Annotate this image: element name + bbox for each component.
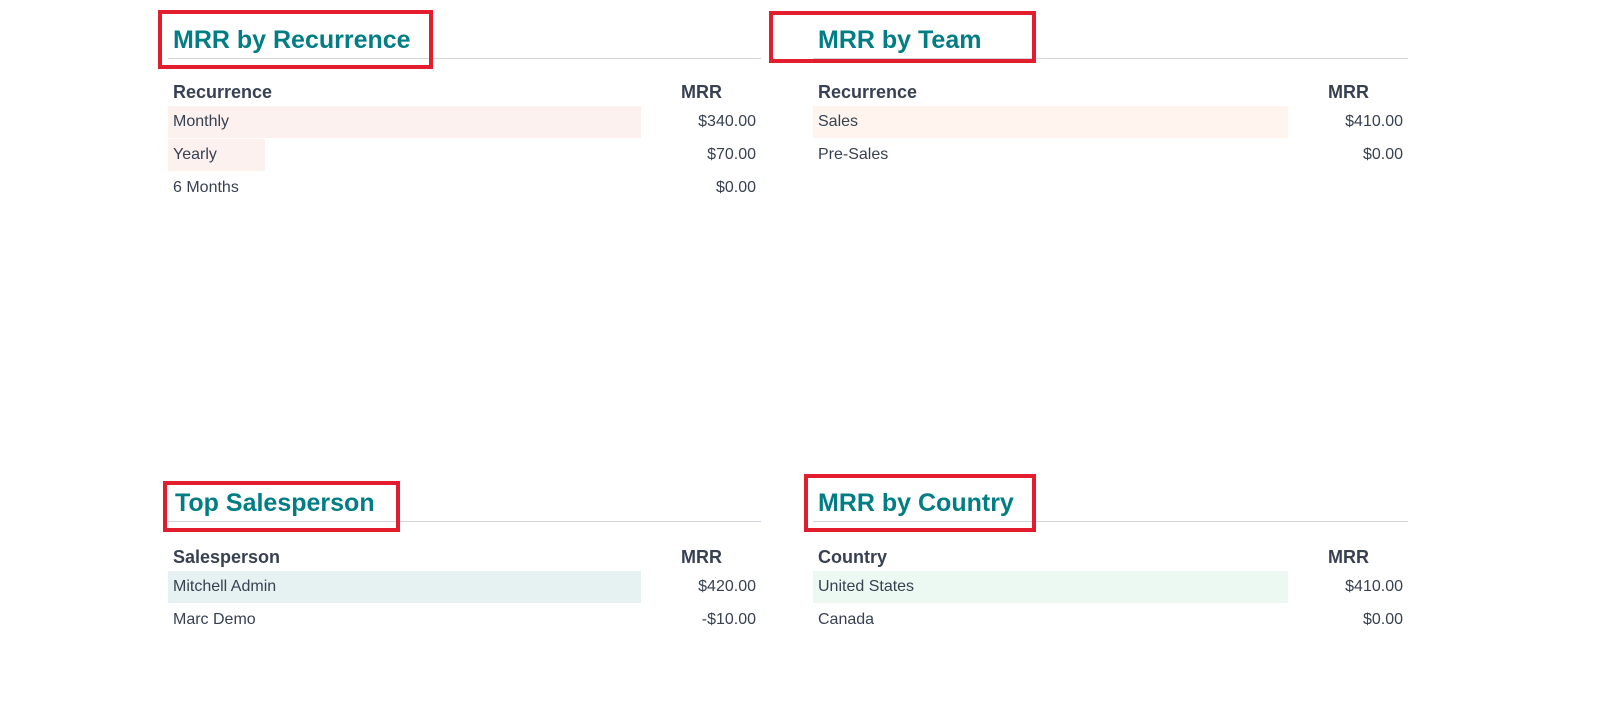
panel-title: MRR by Recurrence: [173, 26, 411, 54]
table-row[interactable]: United States $410.00: [813, 571, 1408, 603]
panel-title: MRR by Team: [818, 26, 982, 54]
panel-mrr-by-team: MRR by Team Recurrence MRR Sales $410.00 P…: [813, 20, 1408, 220]
column-header-label[interactable]: Recurrence: [173, 81, 272, 103]
table-row[interactable]: Marc Demo -$10.00: [168, 604, 761, 636]
row-label: 6 Months: [173, 179, 239, 196]
row-mrr-value: $410.00: [1345, 113, 1403, 130]
row-mrr-value: $340.00: [698, 113, 756, 130]
row-mrr-value: -$10.00: [701, 611, 756, 628]
row-label: Canada: [818, 611, 875, 628]
column-header-mrr[interactable]: MRR: [1328, 546, 1369, 568]
panel-divider: [168, 521, 761, 522]
table-row[interactable]: Pre-Sales $0.00: [813, 139, 1408, 171]
table-row[interactable]: Yearly $70.00: [168, 139, 761, 171]
table-row[interactable]: Canada $0.00: [813, 604, 1408, 636]
row-mrr-value: $410.00: [1345, 578, 1403, 595]
row-label: Monthly: [173, 113, 230, 130]
column-header-label[interactable]: Recurrence: [818, 81, 917, 103]
table-row[interactable]: 6 Months $0.00: [168, 172, 761, 204]
row-value-bar: [813, 106, 1288, 138]
table-row[interactable]: Sales $410.00: [813, 106, 1408, 138]
row-mrr-value: $420.00: [698, 578, 756, 595]
panel-divider: [813, 521, 1408, 522]
row-mrr-value: $0.00: [715, 179, 756, 196]
row-mrr-value: $0.00: [1362, 611, 1403, 628]
panel-divider: [813, 58, 1408, 59]
panel-mrr-by-country: MRR by Country Country MRR United States…: [813, 483, 1408, 663]
row-mrr-value: $70.00: [707, 146, 756, 163]
column-header-label[interactable]: Country: [818, 546, 887, 568]
table-row[interactable]: Mitchell Admin $420.00: [168, 571, 761, 603]
panel-title: Top Salesperson: [175, 489, 375, 517]
row-label: Pre-Sales: [818, 146, 889, 163]
column-header-mrr[interactable]: MRR: [681, 81, 722, 103]
column-header-mrr[interactable]: MRR: [1328, 81, 1369, 103]
row-mrr-value: $0.00: [1362, 146, 1403, 163]
panel-mrr-by-recurrence: MRR by Recurrence Recurrence MRR Monthly…: [168, 20, 761, 220]
panel-top-salesperson: Top Salesperson Salesperson MRR Mitchell…: [168, 483, 761, 663]
row-label: Yearly: [173, 146, 217, 163]
row-label: United States: [818, 578, 915, 595]
panel-title: MRR by Country: [818, 489, 1014, 517]
column-header-mrr[interactable]: MRR: [681, 546, 722, 568]
row-label: Sales: [818, 113, 859, 130]
row-value-bar: [168, 106, 641, 138]
row-label: Marc Demo: [173, 611, 256, 628]
panel-divider: [168, 58, 761, 59]
table-row[interactable]: Monthly $340.00: [168, 106, 761, 138]
row-label: Mitchell Admin: [173, 578, 277, 595]
column-header-label[interactable]: Salesperson: [173, 546, 280, 568]
